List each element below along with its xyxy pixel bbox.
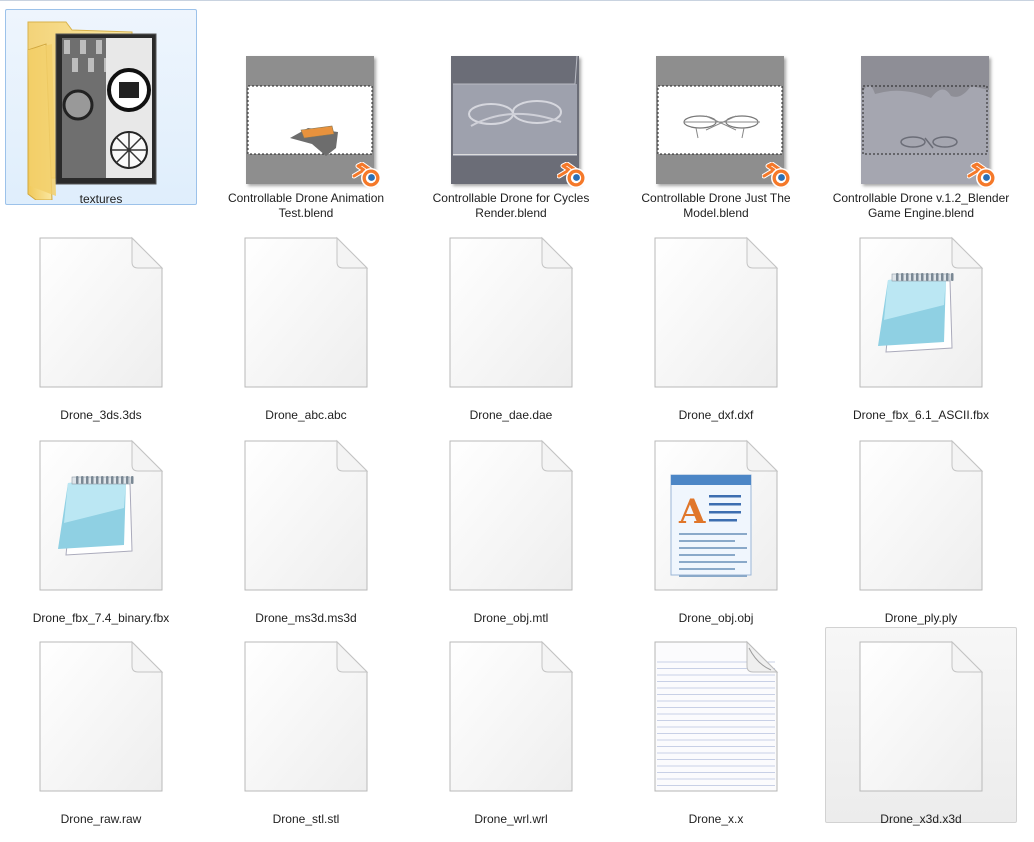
file-name-label: Drone_x3d.x3d (880, 812, 962, 826)
blank-file-icon (621, 230, 813, 388)
file-name-label: Drone_abc.abc (265, 408, 347, 422)
file-item-textures[interactable]: textures (5, 9, 198, 206)
file-item-drone-dae-dae[interactable]: Drone_dae.dae (415, 223, 608, 422)
file-item-drone-ms3d-ms3d[interactable]: Drone_ms3d.ms3d (210, 426, 403, 625)
blender-file-thumbnail-icon (621, 10, 813, 188)
blank-file-icon (211, 433, 403, 591)
file-item-drone-x-x[interactable]: Drone_x.x (620, 627, 813, 826)
file-name-label: textures (79, 192, 123, 206)
file-item-controllable-drone-animation-test-blend[interactable]: Controllable Drone Animation Test.blend (210, 9, 403, 220)
blank-file-icon (6, 230, 198, 388)
file-name-label: Drone_raw.raw (60, 812, 142, 826)
file-item-drone-obj-obj[interactable]: A Drone_obj.obj (620, 426, 813, 625)
file-item-drone-ply-ply[interactable]: Drone_ply.ply (825, 426, 1018, 625)
file-name-label: Drone_obj.mtl (473, 611, 549, 625)
file-name-label: Controllable Drone for Cycles Render.ble… (432, 191, 590, 220)
file-name-label: Drone_3ds.3ds (60, 408, 142, 422)
svg-text:A: A (678, 492, 706, 532)
file-name-label: Drone_dae.dae (469, 408, 553, 422)
blank-file-icon (826, 433, 1018, 591)
file-item-drone-wrl-wrl[interactable]: Drone_wrl.wrl (415, 627, 608, 826)
file-item-drone-x3d-x3d[interactable]: Drone_x3d.x3d (825, 627, 1018, 826)
blender-file-thumbnail-icon (826, 10, 1018, 188)
file-item-drone-abc-abc[interactable]: Drone_abc.abc (210, 223, 403, 422)
notepad-icon (6, 433, 198, 591)
file-item-drone-fbx-6-1-ascii-fbx[interactable]: Drone_fbx_6.1_ASCII.fbx (825, 223, 1018, 422)
notepad-icon (826, 230, 1018, 388)
file-name-label: Drone_fbx_7.4_binary.fbx (32, 611, 170, 625)
file-item-controllable-drone-for-cycles-render-blend[interactable]: Controllable Drone for Cycles Render.ble… (415, 9, 608, 220)
file-name-label: Controllable Drone Animation Test.blend (227, 191, 385, 220)
file-name-label: Controllable Drone Just The Model.blend (641, 191, 791, 220)
file-item-drone-obj-mtl[interactable]: Drone_obj.mtl (415, 426, 608, 625)
blank-file-icon (416, 634, 608, 792)
file-name-label: Controllable Drone v.1.2_Blender Game En… (832, 191, 1010, 220)
file-item-drone-3ds-3ds[interactable]: Drone_3ds.3ds (5, 223, 198, 422)
file-item-drone-stl-stl[interactable]: Drone_stl.stl (210, 627, 403, 826)
file-name-label: Drone_stl.stl (272, 812, 340, 826)
file-view: textures Controllable Drone Animation Te… (0, 0, 1034, 842)
folder-icon (6, 10, 198, 201)
blank-file-icon (826, 634, 1018, 792)
blank-file-icon (416, 433, 608, 591)
file-name-label: Drone_ply.ply (884, 611, 958, 625)
file-name-label: Drone_x.x (688, 812, 744, 826)
file-name-label: Drone_dxf.dxf (678, 408, 754, 422)
file-name-label: Drone_wrl.wrl (474, 812, 548, 826)
wordpad-icon: A (621, 433, 813, 591)
file-name-label: Drone_fbx_6.1_ASCII.fbx (852, 408, 990, 422)
file-name-label: Drone_ms3d.ms3d (255, 611, 357, 625)
blender-file-thumbnail-icon (211, 10, 403, 188)
blank-file-icon (211, 634, 403, 792)
blank-file-icon (211, 230, 403, 388)
file-item-controllable-drone-v-1-2-blender-game-engine-blend[interactable]: Controllable Drone v.1.2_Blender Game En… (825, 9, 1018, 220)
blender-file-thumbnail-icon (416, 10, 608, 188)
file-item-drone-fbx-7-4-binary-fbx[interactable]: Drone_fbx_7.4_binary.fbx (5, 426, 198, 625)
text-file-icon (621, 634, 813, 792)
file-item-controllable-drone-just-the-model-blend[interactable]: Controllable Drone Just The Model.blend (620, 9, 813, 220)
blank-file-icon (416, 230, 608, 388)
file-item-drone-dxf-dxf[interactable]: Drone_dxf.dxf (620, 223, 813, 422)
blank-file-icon (6, 634, 198, 792)
file-item-drone-raw-raw[interactable]: Drone_raw.raw (5, 627, 198, 826)
file-name-label: Drone_obj.obj (678, 611, 754, 625)
